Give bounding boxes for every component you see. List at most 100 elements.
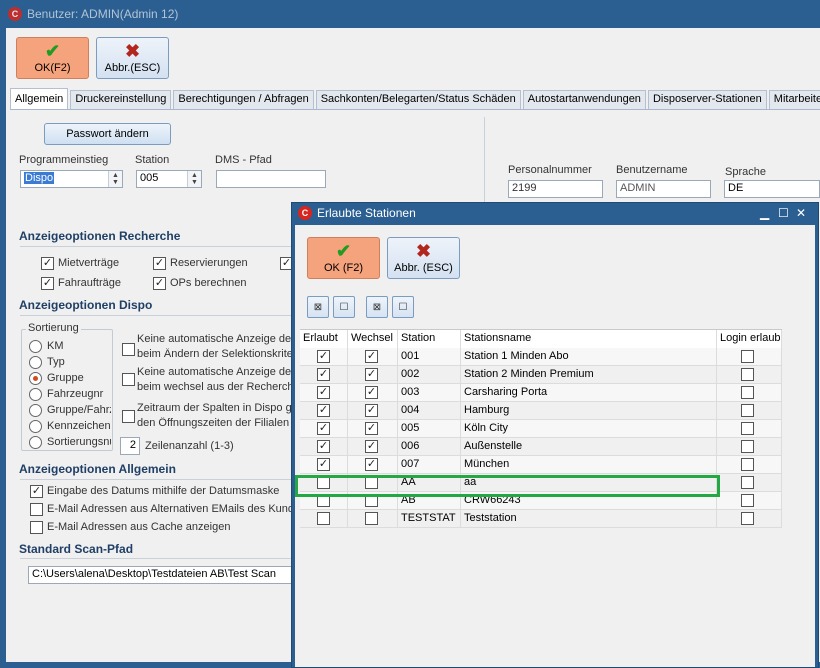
dialog-ok-button[interactable]: ✔ OK (F2) — [307, 237, 380, 279]
ops-berechnen-label: OPs berechnen — [170, 277, 247, 289]
spin-arrows-icon[interactable]: ▲ ▼ — [187, 171, 201, 187]
deselect-all-wechsel-icon[interactable]: ☐ — [392, 296, 414, 318]
wechsel-checkbox[interactable]: ✓ — [365, 404, 378, 417]
col-login-erlaubt[interactable]: Login erlaub — [717, 330, 782, 348]
table-row[interactable]: ✓ ✓ 002 Station 2 Minden Premium — [300, 366, 782, 384]
dialog-cancel-button[interactable]: ✖ Abbr. (ESC) — [387, 237, 460, 279]
login-erlaubt-checkbox[interactable] — [741, 386, 754, 399]
wechsel-checkbox[interactable]: ✓ — [365, 350, 378, 363]
erlaubt-checkbox[interactable]: ✓ — [317, 350, 330, 363]
table-row[interactable]: TESTSTAT Teststation — [300, 510, 782, 528]
erlaubt-checkbox[interactable]: ✓ — [317, 422, 330, 435]
datumsmaske-label: Eingabe des Datums mithilfe der Datumsma… — [47, 485, 280, 497]
erlaubt-checkbox[interactable]: ✓ — [317, 458, 330, 471]
login-erlaubt-checkbox[interactable] — [741, 440, 754, 453]
sort-fahrzeugnr-radio[interactable] — [29, 388, 42, 401]
wechsel-checkbox[interactable]: ✓ — [365, 368, 378, 381]
wechsel-checkbox[interactable]: ✓ — [365, 422, 378, 435]
tab-allgemein[interactable]: Allgemein — [10, 88, 69, 109]
tab-mitarbeiterdaten[interactable]: Mitarbeiterda — [768, 90, 820, 109]
dispo-header: Anzeigeoptionen Dispo — [19, 298, 153, 312]
sort-typ-radio[interactable] — [29, 356, 42, 369]
erlaubt-checkbox[interactable]: ✓ — [317, 368, 330, 381]
erlaubt-cell: ✓ — [300, 384, 348, 402]
tab-berechtigungen[interactable]: Berechtigungen / Abfragen — [173, 90, 314, 109]
login-erlaubt-checkbox[interactable] — [741, 350, 754, 363]
login-erlaubt-cell — [717, 402, 782, 420]
wechsel-checkbox[interactable]: ✓ — [365, 386, 378, 399]
programmeinstieg-select[interactable]: Dispo ▲ ▼ — [20, 170, 123, 188]
col-stationsname[interactable]: Stationsname — [461, 330, 717, 348]
login-erlaubt-checkbox[interactable] — [741, 476, 754, 489]
sort-km-radio[interactable] — [29, 340, 42, 353]
deselect-all-icon[interactable]: ☐ — [333, 296, 355, 318]
personalnummer-input[interactable]: 2199 — [508, 180, 603, 198]
table-row[interactable]: ✓ ✓ 006 Außenstelle — [300, 438, 782, 456]
sprache-input[interactable]: DE — [724, 180, 820, 198]
tab-sachkonten[interactable]: Sachkonten/Belegarten/Status Schäden — [315, 90, 521, 109]
login-erlaubt-checkbox[interactable] — [741, 422, 754, 435]
table-row[interactable]: ✓ ✓ 005 Köln City — [300, 420, 782, 438]
tab-disposerver-stationen[interactable]: Disposerver-Stationen — [647, 90, 767, 109]
maximize-icon[interactable]: ☐ — [778, 206, 789, 220]
erlaubt-checkbox[interactable]: ✓ — [317, 404, 330, 417]
mietvertraege-checkbox[interactable]: ✓ — [41, 257, 54, 270]
dialog-title: Erlaubte Stationen — [317, 206, 416, 220]
login-erlaubt-checkbox[interactable] — [741, 458, 754, 471]
station-select[interactable]: 005 ▲ ▼ — [136, 170, 202, 188]
stations-grid: Erlaubt Wechsel Station Stationsname Log… — [300, 329, 782, 528]
sort-gruppe-fahrz-radio[interactable] — [29, 404, 42, 417]
table-row[interactable]: ✓ ✓ 004 Hamburg — [300, 402, 782, 420]
erlaubt-checkbox[interactable]: ✓ — [317, 386, 330, 399]
table-row[interactable]: ✓ ✓ 001 Station 1 Minden Abo — [300, 348, 782, 366]
dms-pfad-input[interactable] — [216, 170, 326, 188]
grid-body: ✓ ✓ 001 Station 1 Minden Abo ✓ ✓ 002 Station 2 … — [300, 348, 782, 528]
select-all-icon[interactable]: ⊠ — [307, 296, 329, 318]
email-cache-checkbox[interactable] — [30, 521, 43, 534]
dispo-opt1-checkbox[interactable] — [122, 343, 135, 356]
tab-druckereinstellung[interactable]: Druckereinstellung — [70, 90, 172, 109]
spin-arrows-icon[interactable]: ▲ ▼ — [108, 171, 122, 187]
col-station[interactable]: Station — [398, 330, 461, 348]
wechsel-checkbox[interactable] — [365, 512, 378, 525]
sort-kennzeichen-radio[interactable] — [29, 420, 42, 433]
login-erlaubt-checkbox[interactable] — [741, 368, 754, 381]
sort-sortierungsnr-radio[interactable] — [29, 436, 42, 449]
sort-gruppe-radio[interactable] — [29, 372, 42, 385]
login-erlaubt-cell — [717, 438, 782, 456]
login-erlaubt-checkbox[interactable] — [741, 512, 754, 525]
login-erlaubt-cell — [717, 384, 782, 402]
close-icon[interactable]: ✕ — [796, 206, 806, 220]
login-erlaubt-checkbox[interactable] — [741, 404, 754, 417]
dispo-opt2-checkbox[interactable] — [122, 373, 135, 386]
login-erlaubt-cell — [717, 348, 782, 366]
dispo-opt3-checkbox[interactable] — [122, 410, 135, 423]
erlaubt-cell: ✓ — [300, 420, 348, 438]
login-erlaubt-checkbox[interactable] — [741, 494, 754, 507]
minimize-icon[interactable]: ▁ — [760, 206, 769, 220]
erlaubt-checkbox[interactable]: ✓ — [317, 440, 330, 453]
password-change-button[interactable]: Passwort ändern — [44, 123, 171, 145]
wechsel-checkbox[interactable]: ✓ — [365, 440, 378, 453]
select-all-wechsel-icon[interactable]: ⊠ — [366, 296, 388, 318]
close-icon: ✖ — [124, 41, 141, 61]
email-alternativ-checkbox[interactable] — [30, 503, 43, 516]
col-wechsel[interactable]: Wechsel — [348, 330, 398, 348]
erlaubt-checkbox[interactable] — [317, 512, 330, 525]
benutzername-input[interactable]: ADMIN — [616, 180, 711, 198]
cancel-button[interactable]: ✖ Abbr.(ESC) — [96, 37, 169, 79]
ops-berechnen-checkbox[interactable]: ✓ — [153, 277, 166, 290]
table-row[interactable]: ✓ ✓ 003 Carsharing Porta — [300, 384, 782, 402]
zeilenanzahl-input[interactable]: 2 — [120, 437, 140, 455]
table-row[interactable]: ✓ ✓ 007 München — [300, 456, 782, 474]
col-erlaubt[interactable]: Erlaubt — [300, 330, 348, 348]
datumsmaske-checkbox[interactable]: ✓ — [30, 485, 43, 498]
scan-pfad-input[interactable]: C:\Users\alena\Desktop\Testdateien AB\Te… — [28, 566, 300, 584]
benutzername-label: Benutzername — [616, 164, 688, 176]
tab-autostartanwendungen[interactable]: Autostartanwendungen — [522, 90, 646, 109]
main-window-title: Benutzer: ADMIN(Admin 12) — [27, 7, 179, 21]
ok-button[interactable]: ✔ OK(F2) — [16, 37, 89, 79]
wechsel-checkbox[interactable]: ✓ — [365, 458, 378, 471]
reservierungen-checkbox[interactable]: ✓ — [153, 257, 166, 270]
fahrauftraege-checkbox[interactable]: ✓ — [41, 277, 54, 290]
